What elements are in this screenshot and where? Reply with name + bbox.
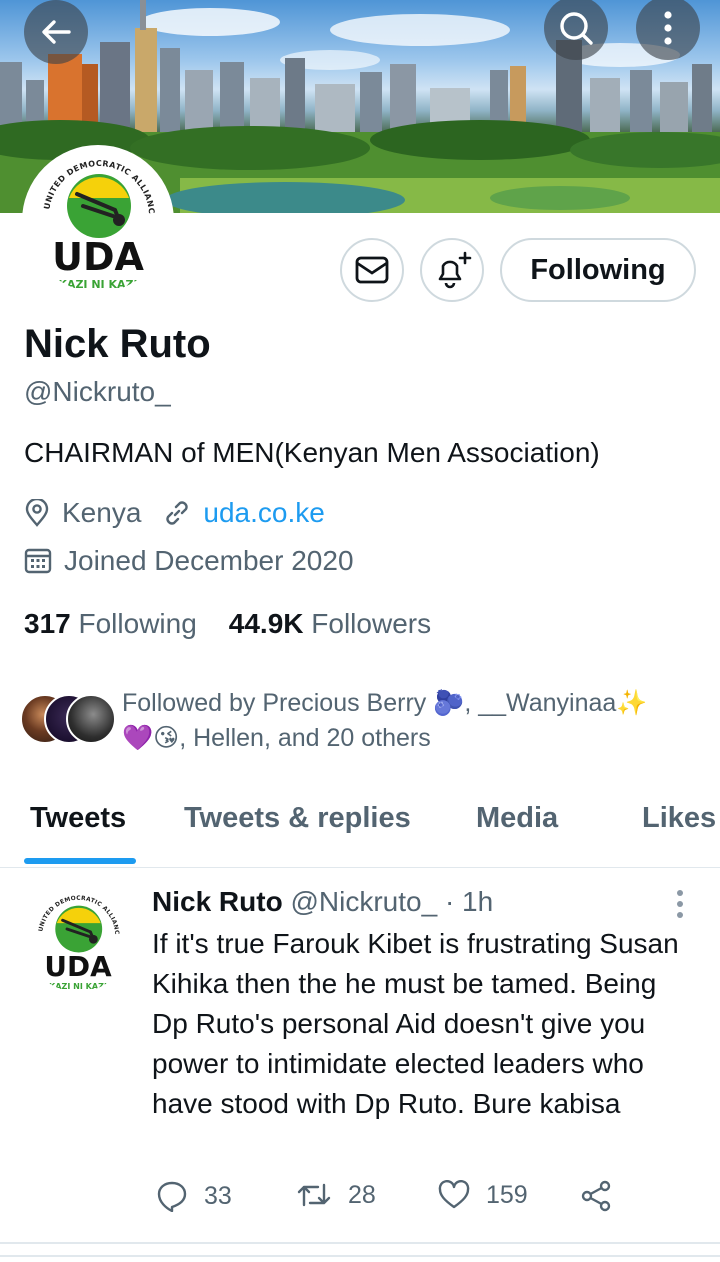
- uda-logo: UNITED DEMOCRATIC ALLIANCE UDA KAZI NI K…: [27, 150, 156, 291]
- bell-plus-icon: [438, 251, 472, 289]
- tab-tweets-and-replies[interactable]: Tweets & replies: [184, 802, 411, 835]
- following-count-link[interactable]: 317 Following: [24, 608, 197, 640]
- tweet-header: Nick Ruto @Nickruto_ · 1h: [152, 886, 493, 918]
- uda-logo: UNITED DEMOCRATIC ALLIANCE UDA KAZI NI K…: [26, 888, 119, 991]
- profile-tabs: Tweets Tweets & replies Media Likes: [0, 786, 720, 868]
- more-vertical-icon: [664, 11, 672, 45]
- tweet-more-button[interactable]: [666, 888, 694, 920]
- location-pin-icon: [25, 499, 49, 527]
- search-icon: [560, 12, 593, 45]
- followers-count-link[interactable]: 44.9K Followers: [229, 608, 431, 640]
- followed-by-avatars[interactable]: [20, 694, 116, 746]
- following-label: Following: [78, 608, 197, 639]
- profile-location: Kenya: [62, 497, 142, 528]
- tab-likes[interactable]: Likes: [642, 802, 716, 835]
- tweet-time[interactable]: · 1h: [445, 886, 493, 917]
- link-icon: [166, 501, 189, 525]
- profile-meta-row: Kenya uda.co.ke: [24, 497, 325, 529]
- arrow-left-icon: [42, 20, 71, 44]
- retweet-count: 28: [348, 1180, 376, 1209]
- reply-icon: [157, 1181, 187, 1212]
- tweet-author-avatar[interactable]: UNITED DEMOCRATIC ALLIANCE UDA KAZI NI K…: [26, 888, 130, 992]
- profile-joined-row: Joined December 2020: [24, 545, 354, 577]
- tweet-actions: 33 28 159: [152, 1180, 632, 1220]
- retweet-button[interactable]: 28: [296, 1180, 376, 1210]
- logo-slogan: KAZI NI KAZI: [49, 982, 107, 991]
- following-button[interactable]: Following: [500, 238, 696, 302]
- message-button[interactable]: [340, 238, 404, 302]
- followed-by-line1: Followed by Precious Berry 🫐, __Wanyinaa…: [122, 689, 648, 717]
- tweet-text: If it's true Farouk Kibet is frustrating…: [152, 928, 679, 1119]
- follower-avatar: [66, 694, 116, 744]
- tab-tweets[interactable]: Tweets: [30, 802, 126, 835]
- active-tab-indicator: [24, 858, 136, 864]
- share-icon: [581, 1180, 611, 1212]
- retweet-icon: [297, 1183, 331, 1207]
- profile-joined-date: Joined December 2020: [64, 545, 354, 576]
- calendar-icon: [24, 548, 52, 574]
- tab-media[interactable]: Media: [476, 802, 558, 835]
- back-button[interactable]: [24, 0, 88, 64]
- like-button[interactable]: 159: [438, 1180, 528, 1210]
- logo-text: UDA: [52, 235, 144, 279]
- following-count: 317: [24, 608, 71, 639]
- divider: [0, 1255, 720, 1257]
- profile-name: Nick Ruto: [24, 322, 211, 366]
- notifications-button[interactable]: [420, 238, 484, 302]
- heart-icon: [438, 1180, 470, 1209]
- reply-button[interactable]: 33: [156, 1180, 232, 1212]
- more-vertical-icon: [677, 890, 683, 918]
- followers-label: Followers: [311, 608, 432, 639]
- share-button[interactable]: [580, 1180, 628, 1212]
- reply-count: 33: [204, 1181, 232, 1210]
- followed-by-text[interactable]: Followed by Precious Berry 🫐, __Wanyinaa…: [122, 686, 702, 756]
- logo-slogan: KAZI NI KAZI: [58, 278, 137, 291]
- like-count: 159: [486, 1180, 528, 1209]
- tweet-author-name[interactable]: Nick Ruto: [152, 886, 283, 917]
- profile-bio: CHAIRMAN of MEN(Kenyan Men Association): [24, 437, 600, 468]
- profile-website-link[interactable]: uda.co.ke: [203, 497, 324, 529]
- followers-count: 44.9K: [228, 608, 304, 639]
- tweet-card[interactable]: UNITED DEMOCRATIC ALLIANCE UDA KAZI NI K…: [0, 868, 720, 1244]
- logo-text: UDA: [44, 950, 112, 983]
- envelope-icon: [355, 256, 389, 284]
- followed-by-line2: 💜😘, Hellen, and 20 others: [122, 724, 431, 752]
- tweet-author-handle[interactable]: @Nickruto_: [290, 886, 437, 917]
- profile-handle: @Nickruto_: [24, 376, 171, 407]
- follow-counts: 317 Following 44.9K Followers: [24, 608, 463, 640]
- profile-avatar[interactable]: UNITED DEMOCRATIC ALLIANCE UDA KAZI NI K…: [22, 145, 174, 297]
